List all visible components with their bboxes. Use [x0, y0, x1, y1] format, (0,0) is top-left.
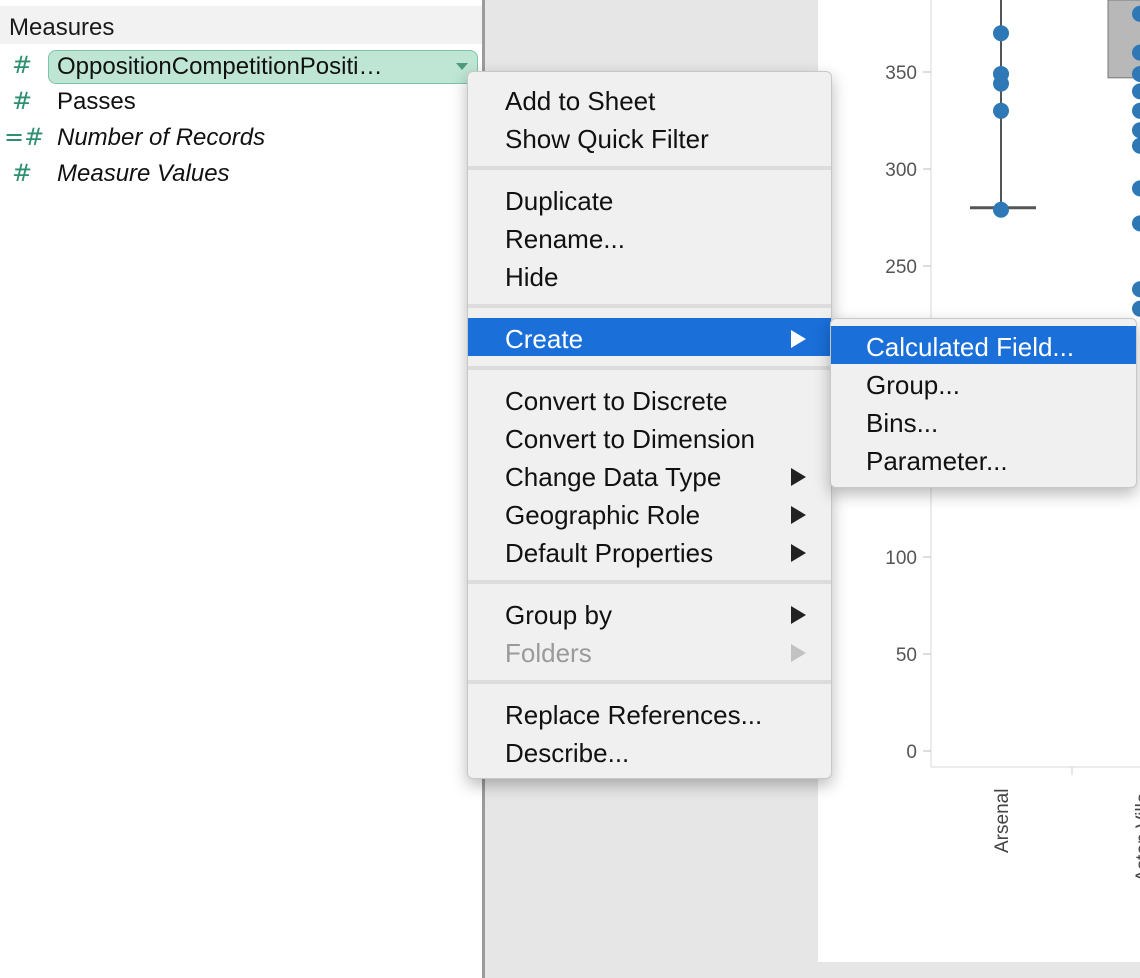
menu-item-label: Rename...	[505, 224, 625, 254]
y-tick-label: 0	[906, 742, 917, 763]
menu-item-convert-to-discrete[interactable]: Convert to Discrete	[468, 380, 831, 418]
menu-item-geographic-role[interactable]: Geographic Role	[468, 494, 831, 532]
field-label: OppositionCompetitionPositi…	[57, 53, 383, 80]
menu-item-label: Add to Sheet	[505, 86, 656, 116]
field-label: Measure Values	[57, 160, 230, 187]
menu-item-parameter[interactable]: Parameter...	[831, 440, 1136, 478]
menu-item-calculated-field[interactable]: Calculated Field...	[831, 326, 1136, 364]
menu-item-label: Parameter...	[866, 446, 1008, 476]
data-point	[993, 25, 1009, 42]
field-label: Passes	[57, 88, 136, 115]
y-tick-label: 100	[885, 548, 917, 569]
number-measure-icon: #	[12, 159, 33, 187]
menu-item-group[interactable]: Group...	[831, 364, 1136, 402]
menu-item-label: Change Data Type	[505, 462, 722, 492]
y-tick-label: 50	[896, 645, 917, 666]
selected-field-pill[interactable]: OppositionCompetitionPositi…	[48, 50, 478, 84]
menu-item-add-to-sheet[interactable]: Add to Sheet	[468, 80, 831, 118]
menu-item-label: Group by	[505, 600, 612, 630]
submenu-arrow-icon	[791, 606, 806, 624]
data-point	[1132, 122, 1140, 139]
submenu-arrow-icon	[791, 644, 806, 662]
menu-item-replace-references[interactable]: Replace References...	[468, 694, 831, 732]
menu-item-label: Convert to Dimension	[505, 424, 755, 454]
data-point	[1132, 83, 1140, 100]
menu-item-duplicate[interactable]: Duplicate	[468, 180, 831, 218]
field-passes[interactable]: # Passes	[0, 85, 483, 119]
create-submenu: Calculated Field... Group... Bins... Par…	[830, 318, 1137, 488]
x-category-label: Arsenal	[992, 789, 1013, 853]
menu-item-label: Describe...	[505, 738, 630, 768]
number-measure-icon: #	[12, 87, 33, 115]
menu-item-label: Replace References...	[505, 700, 763, 730]
field-label: Number of Records	[57, 124, 266, 151]
calculated-measure-icon: =#	[4, 123, 45, 151]
menu-item-describe[interactable]: Describe...	[468, 732, 831, 770]
field-measure-values[interactable]: # Measure Values	[0, 157, 483, 191]
menu-separator	[468, 304, 831, 308]
data-point	[1132, 300, 1140, 317]
data-point	[993, 201, 1009, 218]
menu-item-label: Duplicate	[505, 186, 614, 216]
menu-item-label: Default Properties	[505, 538, 714, 568]
data-point	[1132, 137, 1140, 154]
menu-separator	[468, 580, 831, 584]
menu-item-default-properties[interactable]: Default Properties	[468, 532, 831, 570]
data-point	[1132, 281, 1140, 298]
submenu-arrow-icon	[791, 544, 806, 562]
field-context-menu: Add to Sheet Show Quick Filter Duplicate…	[467, 71, 832, 779]
menu-item-label: Convert to Discrete	[505, 386, 728, 416]
menu-item-label: Hide	[505, 262, 559, 292]
y-tick-label: 250	[885, 257, 917, 278]
menu-item-label: Group...	[866, 370, 960, 400]
number-measure-icon: #	[12, 51, 33, 79]
menu-item-label: Geographic Role	[505, 500, 701, 530]
data-point	[1132, 180, 1140, 197]
menu-item-group-by[interactable]: Group by	[468, 594, 831, 632]
data-point	[1132, 102, 1140, 119]
menu-item-hide[interactable]: Hide	[468, 256, 831, 294]
y-tick-label: 350	[885, 63, 917, 84]
submenu-arrow-icon	[791, 330, 806, 348]
measures-section-header: Measures	[0, 6, 483, 44]
menu-item-show-quick-filter[interactable]: Show Quick Filter	[468, 118, 831, 156]
y-tick-label: 300	[885, 160, 917, 181]
data-point	[993, 102, 1009, 119]
menu-item-convert-to-dimension[interactable]: Convert to Dimension	[468, 418, 831, 456]
field-number-of-records[interactable]: =# Number of Records	[0, 121, 483, 155]
x-category-label: Aston Villa	[1133, 792, 1140, 882]
menu-item-rename[interactable]: Rename...	[468, 218, 831, 256]
submenu-arrow-icon	[791, 468, 806, 486]
menu-item-label: Folders	[505, 638, 592, 668]
menu-item-folders: Folders	[468, 632, 831, 670]
data-point	[1132, 215, 1140, 232]
data-point	[993, 75, 1009, 92]
chevron-down-icon[interactable]	[456, 63, 468, 70]
data-pane: Measures # OppositionCompetitionPositi… …	[0, 0, 483, 978]
menu-separator	[468, 366, 831, 370]
menu-item-bins[interactable]: Bins...	[831, 402, 1136, 440]
menu-item-create[interactable]: Create	[468, 318, 831, 356]
menu-separator	[468, 680, 831, 684]
menu-item-label: Bins...	[866, 408, 939, 438]
menu-item-label: Calculated Field...	[866, 332, 1075, 362]
measures-section-title: Measures	[9, 14, 115, 41]
submenu-arrow-icon	[791, 506, 806, 524]
menu-item-change-data-type[interactable]: Change Data Type	[468, 456, 831, 494]
menu-separator	[468, 166, 831, 170]
menu-item-label: Show Quick Filter	[505, 124, 709, 154]
menu-item-label: Create	[505, 324, 584, 354]
